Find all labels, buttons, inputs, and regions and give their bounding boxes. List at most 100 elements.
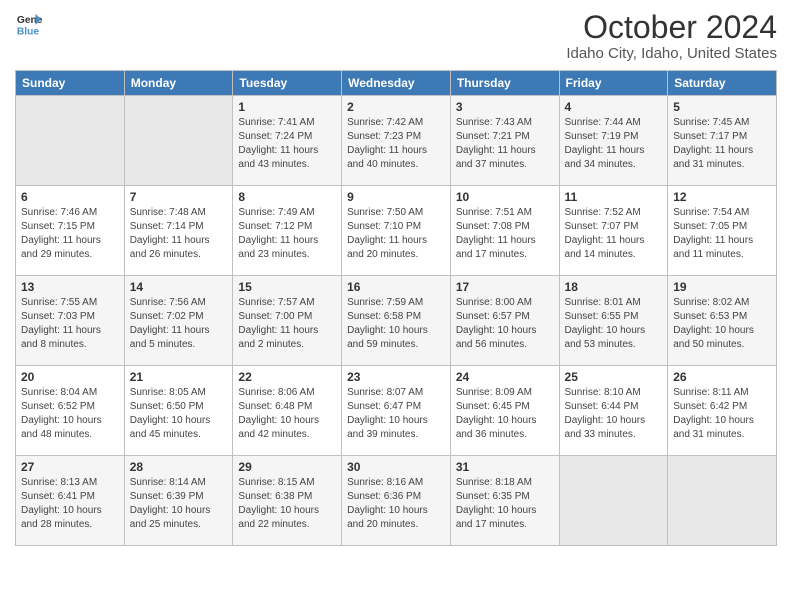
calendar-cell: 7 Sunrise: 7:48 AMSunset: 7:14 PMDaylight… xyxy=(124,186,233,276)
cell-content: Sunrise: 8:18 AMSunset: 6:35 PMDaylight:… xyxy=(456,476,554,532)
cell-content: Sunrise: 8:11 AMSunset: 6:42 PMDaylight:… xyxy=(673,386,771,442)
week-row-3: 13 Sunrise: 7:55 AMSunset: 7:03 PMDayligh… xyxy=(16,276,777,366)
calendar-cell: 9 Sunrise: 7:50 AMSunset: 7:10 PMDaylight… xyxy=(342,186,451,276)
cell-content: Sunrise: 8:14 AMSunset: 6:39 PMDaylight:… xyxy=(130,476,228,532)
cell-content: Sunrise: 7:50 AMSunset: 7:10 PMDaylight:… xyxy=(347,206,445,262)
calendar-cell: 26Sunrise: 8:11 AMSunset: 6:42 PMDayligh… xyxy=(668,366,777,456)
week-row-4: 20 Sunrise: 8:04 AMSunset: 6:52 PMDayligh… xyxy=(16,366,777,456)
calendar-cell xyxy=(124,96,233,186)
day-number: 16 xyxy=(347,280,445,294)
cell-content: Sunrise: 8:13 AMSunset: 6:41 PMDaylight:… xyxy=(21,476,119,532)
day-number: 29 xyxy=(238,460,336,474)
calendar-cell: 15Sunrise: 7:57 AMSunset: 7:00 PMDayligh… xyxy=(233,276,342,366)
cell-content: Sunrise: 7:55 AMSunset: 7:03 PMDaylight:… xyxy=(21,296,119,352)
day-number: 28 xyxy=(130,460,228,474)
calendar-cell: 27 Sunrise: 8:13 AMSunset: 6:41 PMDayligh… xyxy=(16,456,125,546)
svg-text:Blue: Blue xyxy=(17,26,40,37)
cell-content: Sunrise: 8:10 AMSunset: 6:44 PMDaylight:… xyxy=(565,386,663,442)
day-number: 3 xyxy=(456,100,554,114)
day-number: 27 xyxy=(21,460,119,474)
day-header-saturday: Saturday xyxy=(668,71,777,96)
calendar-cell: 22 Sunrise: 8:06 AMSunset: 6:48 PMDayligh… xyxy=(233,366,342,456)
calendar-cell: 13 Sunrise: 7:55 AMSunset: 7:03 PMDayligh… xyxy=(16,276,125,366)
cell-content: Sunrise: 8:02 AMSunset: 6:53 PMDaylight:… xyxy=(673,296,771,352)
day-header-wednesday: Wednesday xyxy=(342,71,451,96)
calendar-cell xyxy=(668,456,777,546)
cell-content: Sunrise: 7:46 AMSunset: 7:15 PMDaylight:… xyxy=(21,206,119,262)
calendar-cell: 30 Sunrise: 8:16 AMSunset: 6:36 PMDayligh… xyxy=(342,456,451,546)
calendar-cell: 19 Sunrise: 8:02 AMSunset: 6:53 PMDayligh… xyxy=(668,276,777,366)
calendar-cell: 6Sunrise: 7:46 AMSunset: 7:15 PMDaylight… xyxy=(16,186,125,276)
day-number: 18 xyxy=(565,280,663,294)
calendar-cell xyxy=(16,96,125,186)
cell-content: Sunrise: 8:04 AMSunset: 6:52 PMDaylight:… xyxy=(21,386,119,442)
calendar-table: SundayMondayTuesdayWednesdayThursdayFrid… xyxy=(15,70,777,546)
cell-content: Sunrise: 8:05 AMSunset: 6:50 PMDaylight:… xyxy=(130,386,228,442)
calendar-cell: 1 Sunrise: 7:41 AMSunset: 7:24 PMDaylight… xyxy=(233,96,342,186)
cell-content: Sunrise: 7:56 AMSunset: 7:02 PMDaylight:… xyxy=(130,296,228,352)
cell-content: Sunrise: 7:48 AMSunset: 7:14 PMDaylight:… xyxy=(130,206,228,262)
day-number: 23 xyxy=(347,370,445,384)
day-header-thursday: Thursday xyxy=(450,71,559,96)
day-number: 22 xyxy=(238,370,336,384)
calendar-cell: 16 Sunrise: 7:59 AMSunset: 6:58 PMDayligh… xyxy=(342,276,451,366)
week-row-5: 27 Sunrise: 8:13 AMSunset: 6:41 PMDayligh… xyxy=(16,456,777,546)
title-block: October 2024 Idaho City, Idaho, United S… xyxy=(566,10,777,62)
cell-content: Sunrise: 8:00 AMSunset: 6:57 PMDaylight:… xyxy=(456,296,554,352)
cell-content: Sunrise: 7:45 AMSunset: 7:17 PMDaylight:… xyxy=(673,116,771,172)
day-header-tuesday: Tuesday xyxy=(233,71,342,96)
day-number: 5 xyxy=(673,100,771,114)
calendar-cell: 10Sunrise: 7:51 AMSunset: 7:08 PMDayligh… xyxy=(450,186,559,276)
calendar-cell: 4Sunrise: 7:44 AMSunset: 7:19 PMDaylight… xyxy=(559,96,668,186)
cell-content: Sunrise: 8:16 AMSunset: 6:36 PMDaylight:… xyxy=(347,476,445,532)
calendar-cell: 24 Sunrise: 8:09 AMSunset: 6:45 PMDayligh… xyxy=(450,366,559,456)
day-number: 25 xyxy=(565,370,663,384)
day-header-friday: Friday xyxy=(559,71,668,96)
cell-content: Sunrise: 7:51 AMSunset: 7:08 PMDaylight:… xyxy=(456,206,554,262)
page-subtitle: Idaho City, Idaho, United States xyxy=(566,45,777,62)
day-number: 2 xyxy=(347,100,445,114)
day-number: 24 xyxy=(456,370,554,384)
header-row: SundayMondayTuesdayWednesdayThursdayFrid… xyxy=(16,71,777,96)
calendar-cell: 31 Sunrise: 8:18 AMSunset: 6:35 PMDayligh… xyxy=(450,456,559,546)
calendar-cell: 25 Sunrise: 8:10 AMSunset: 6:44 PMDayligh… xyxy=(559,366,668,456)
cell-content: Sunrise: 8:09 AMSunset: 6:45 PMDaylight:… xyxy=(456,386,554,442)
calendar-cell xyxy=(559,456,668,546)
page-header: General Blue October 2024 Idaho City, Id… xyxy=(15,10,777,62)
calendar-cell: 11Sunrise: 7:52 AMSunset: 7:07 PMDayligh… xyxy=(559,186,668,276)
calendar-cell: 5 Sunrise: 7:45 AMSunset: 7:17 PMDaylight… xyxy=(668,96,777,186)
day-number: 13 xyxy=(21,280,119,294)
calendar-cell: 2 Sunrise: 7:42 AMSunset: 7:23 PMDaylight… xyxy=(342,96,451,186)
cell-content: Sunrise: 8:01 AMSunset: 6:55 PMDaylight:… xyxy=(565,296,663,352)
day-number: 12 xyxy=(673,190,771,204)
cell-content: Sunrise: 7:49 AMSunset: 7:12 PMDaylight:… xyxy=(238,206,336,262)
cell-content: Sunrise: 7:54 AMSunset: 7:05 PMDaylight:… xyxy=(673,206,771,262)
calendar-cell: 8 Sunrise: 7:49 AMSunset: 7:12 PMDaylight… xyxy=(233,186,342,276)
day-number: 31 xyxy=(456,460,554,474)
cell-content: Sunrise: 7:43 AMSunset: 7:21 PMDaylight:… xyxy=(456,116,554,172)
day-number: 15 xyxy=(238,280,336,294)
page-title: October 2024 xyxy=(566,10,777,45)
cell-content: Sunrise: 7:59 AMSunset: 6:58 PMDaylight:… xyxy=(347,296,445,352)
day-number: 20 xyxy=(21,370,119,384)
calendar-cell: 12 Sunrise: 7:54 AMSunset: 7:05 PMDayligh… xyxy=(668,186,777,276)
day-number: 8 xyxy=(238,190,336,204)
day-number: 7 xyxy=(130,190,228,204)
day-number: 30 xyxy=(347,460,445,474)
logo-icon: General Blue xyxy=(15,10,43,38)
day-number: 14 xyxy=(130,280,228,294)
cell-content: Sunrise: 8:15 AMSunset: 6:38 PMDaylight:… xyxy=(238,476,336,532)
cell-content: Sunrise: 8:07 AMSunset: 6:47 PMDaylight:… xyxy=(347,386,445,442)
day-number: 19 xyxy=(673,280,771,294)
day-number: 1 xyxy=(238,100,336,114)
cell-content: Sunrise: 7:44 AMSunset: 7:19 PMDaylight:… xyxy=(565,116,663,172)
logo: General Blue xyxy=(15,10,43,38)
cell-content: Sunrise: 7:41 AMSunset: 7:24 PMDaylight:… xyxy=(238,116,336,172)
calendar-cell: 18 Sunrise: 8:01 AMSunset: 6:55 PMDayligh… xyxy=(559,276,668,366)
day-number: 9 xyxy=(347,190,445,204)
calendar-cell: 14 Sunrise: 7:56 AMSunset: 7:02 PMDayligh… xyxy=(124,276,233,366)
day-header-monday: Monday xyxy=(124,71,233,96)
cell-content: Sunrise: 7:42 AMSunset: 7:23 PMDaylight:… xyxy=(347,116,445,172)
cell-content: Sunrise: 8:06 AMSunset: 6:48 PMDaylight:… xyxy=(238,386,336,442)
calendar-cell: 28 Sunrise: 8:14 AMSunset: 6:39 PMDayligh… xyxy=(124,456,233,546)
